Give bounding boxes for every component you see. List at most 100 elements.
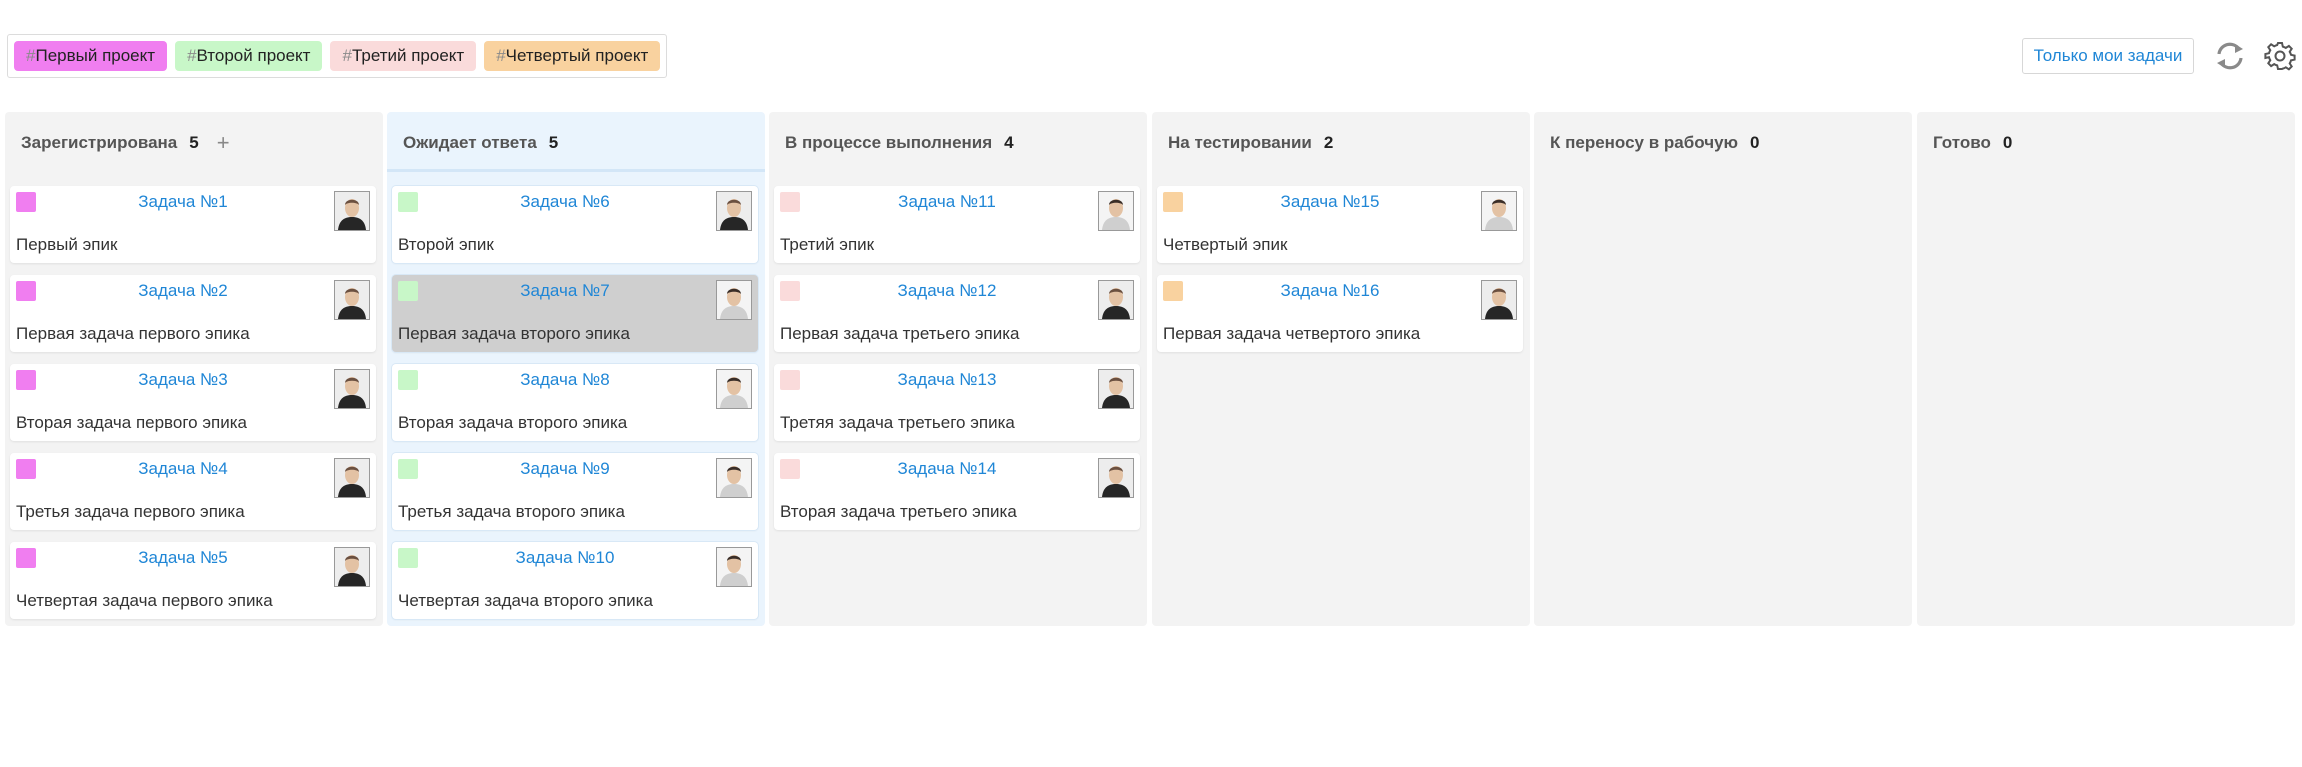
task-link[interactable]: Задача №14 xyxy=(802,459,1092,479)
project-color-chip xyxy=(1163,281,1183,301)
avatar[interactable] xyxy=(1481,191,1517,231)
task-link[interactable]: Задача №5 xyxy=(38,548,328,568)
task-description: Первая задача четвертого эпика xyxy=(1163,324,1421,343)
project-color-chip xyxy=(16,548,36,568)
avatar[interactable] xyxy=(334,369,370,409)
project-filter-tag-4[interactable]: #Четвертый проект xyxy=(484,41,661,71)
task-card[interactable]: Задача №10 Четвертая задача второго эпика xyxy=(392,542,758,619)
board-column: Готово 0 xyxy=(1917,112,2295,626)
column-title: Зарегистрирована xyxy=(21,133,178,152)
column-title: Готово xyxy=(1933,133,1991,152)
add-task-icon[interactable]: + xyxy=(217,131,230,155)
avatar[interactable] xyxy=(1481,280,1517,320)
avatar[interactable] xyxy=(334,547,370,587)
task-description: Третяя задача третьего эпика xyxy=(780,413,1015,432)
task-card[interactable]: Задача №16 Первая задача четвертого эпика xyxy=(1157,275,1523,352)
hash-symbol: # xyxy=(187,46,197,65)
task-card[interactable]: Задача №1 Первый эпик xyxy=(10,186,376,263)
task-link[interactable]: Задача №9 xyxy=(420,459,710,479)
toolbar: #Первый проект #Второй проект #Третий пр… xyxy=(0,0,2302,110)
task-link[interactable]: Задача №8 xyxy=(420,370,710,390)
task-card[interactable]: Задача №13 Третяя задача третьего эпика xyxy=(774,364,1140,441)
project-color-chip xyxy=(398,192,418,212)
task-link[interactable]: Задача №2 xyxy=(38,281,328,301)
project-filter-tag-1[interactable]: #Первый проект xyxy=(14,41,168,71)
task-card[interactable]: Задача №15 Четвертый эпик xyxy=(1157,186,1523,263)
task-description: Четвертая задача второго эпика xyxy=(398,591,653,610)
column-header: На тестировании 2 xyxy=(1168,131,1333,155)
avatar[interactable] xyxy=(1098,280,1134,320)
column-header: Ожидает ответа 5 xyxy=(403,131,558,155)
task-description: Вторая задача второго эпика xyxy=(398,413,628,432)
task-link[interactable]: Задача №7 xyxy=(420,281,710,301)
gear-icon[interactable] xyxy=(2264,40,2296,72)
task-link[interactable]: Задача №3 xyxy=(38,370,328,390)
task-link[interactable]: Задача №11 xyxy=(802,192,1092,212)
task-link[interactable]: Задача №13 xyxy=(802,370,1092,390)
task-link[interactable]: Задача №10 xyxy=(420,548,710,568)
task-card[interactable]: Задача №12 Первая задача третьего эпика xyxy=(774,275,1140,352)
avatar[interactable] xyxy=(1098,458,1134,498)
task-card[interactable]: Задача №7 Первая задача второго эпика xyxy=(392,275,758,352)
task-link[interactable]: Задача №15 xyxy=(1185,192,1475,212)
avatar[interactable] xyxy=(716,458,752,498)
task-link[interactable]: Задача №1 xyxy=(38,192,328,212)
column-count: 2 xyxy=(1323,133,1334,152)
task-description: Четвертая задача первого эпика xyxy=(16,591,273,610)
column-title: Ожидает ответа xyxy=(403,133,537,152)
task-card[interactable]: Задача №8 Вторая задача второго эпика xyxy=(392,364,758,441)
task-description: Третья задача второго эпика xyxy=(398,502,625,521)
column-header: К переносу в рабочую 0 xyxy=(1550,131,1760,155)
task-description: Вторая задача третьего эпика xyxy=(780,502,1017,521)
refresh-icon[interactable] xyxy=(2214,40,2246,72)
project-filter-label: Первый проект xyxy=(35,46,156,65)
hash-symbol: # xyxy=(496,46,506,65)
column-title: К переносу в рабочую xyxy=(1550,133,1739,152)
project-color-chip xyxy=(780,192,800,212)
project-color-chip xyxy=(398,370,418,390)
task-description: Первый эпик xyxy=(16,235,118,254)
task-link[interactable]: Задача №12 xyxy=(802,281,1092,301)
avatar[interactable] xyxy=(716,547,752,587)
task-card[interactable]: Задача №4 Третья задача первого эпика xyxy=(10,453,376,530)
avatar[interactable] xyxy=(716,191,752,231)
project-filter-label: Третий проект xyxy=(351,46,465,65)
task-link[interactable]: Задача №4 xyxy=(38,459,328,479)
only-my-tasks-button[interactable]: Только мои задачи xyxy=(2022,38,2194,74)
avatar[interactable] xyxy=(334,280,370,320)
task-link[interactable]: Задача №6 xyxy=(420,192,710,212)
column-header: Готово 0 xyxy=(1933,131,2012,155)
task-card[interactable]: Задача №5 Четвертая задача первого эпика xyxy=(10,542,376,619)
project-color-chip xyxy=(398,281,418,301)
avatar[interactable] xyxy=(716,280,752,320)
column-count: 0 xyxy=(2002,133,2013,152)
board-column: Зарегистрирована 5 + Задача №1 Первый эпик За… xyxy=(5,112,383,626)
project-color-chip xyxy=(398,548,418,568)
column-count: 4 xyxy=(1004,133,1014,152)
avatar[interactable] xyxy=(334,191,370,231)
avatar[interactable] xyxy=(716,369,752,409)
task-link[interactable]: Задача №16 xyxy=(1185,281,1475,301)
project-filter-label: Второй проект xyxy=(196,46,311,65)
project-color-chip xyxy=(780,281,800,301)
task-card[interactable]: Задача №9 Третья задача второго эпика xyxy=(392,453,758,530)
avatar[interactable] xyxy=(1098,369,1134,409)
project-color-chip xyxy=(16,281,36,301)
project-color-chip xyxy=(780,370,800,390)
task-card[interactable]: Задача №3 Вторая задача первого эпика xyxy=(10,364,376,441)
task-description: Третья задача первого эпика xyxy=(16,502,245,521)
task-card[interactable]: Задача №6 Второй эпик xyxy=(392,186,758,263)
task-description: Первая задача второго эпика xyxy=(398,324,630,343)
task-description: Третий эпик xyxy=(780,235,875,254)
task-description: Вторая задача первого эпика xyxy=(16,413,248,432)
task-card[interactable]: Задача №2 Первая задача первого эпика xyxy=(10,275,376,352)
project-color-chip xyxy=(398,459,418,479)
avatar[interactable] xyxy=(1098,191,1134,231)
board-column: К переносу в рабочую 0 xyxy=(1534,112,1912,626)
avatar[interactable] xyxy=(334,458,370,498)
task-card[interactable]: Задача №11 Третий эпик xyxy=(774,186,1140,263)
task-card[interactable]: Задача №14 Вторая задача третьего эпика xyxy=(774,453,1140,530)
task-description: Первая задача первого эпика xyxy=(16,324,250,343)
project-filter-tag-3[interactable]: #Третий проект xyxy=(330,41,477,71)
project-filter-tag-2[interactable]: #Второй проект xyxy=(175,41,323,71)
